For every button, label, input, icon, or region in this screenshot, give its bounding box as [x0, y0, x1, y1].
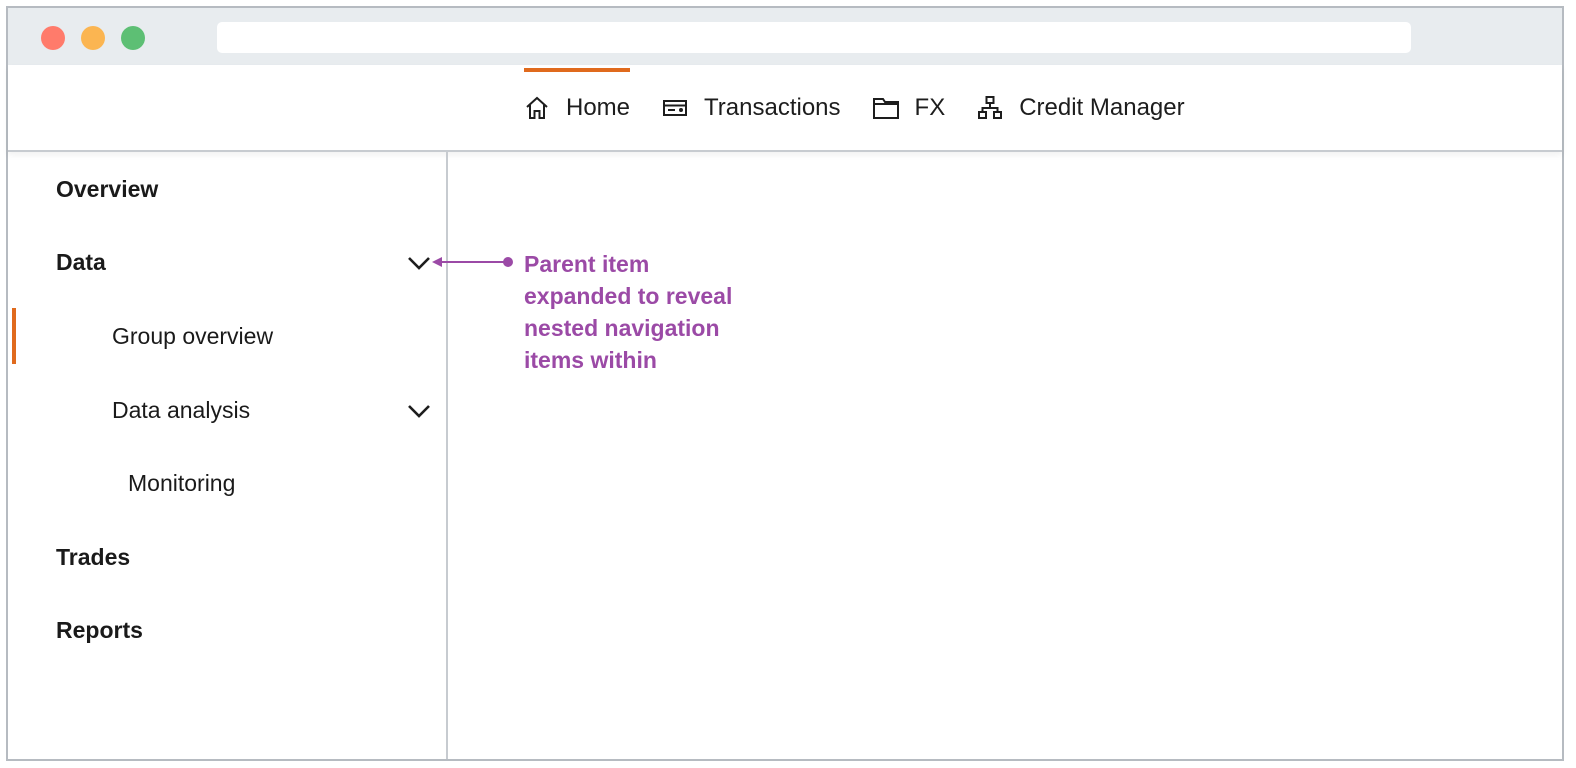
tab-label: Transactions	[704, 93, 841, 121]
tab-transactions[interactable]: Transactions	[662, 65, 841, 150]
sidebar-item-label: Monitoring	[128, 469, 236, 496]
top-navigation: Home Transactions FX Credit Manager	[8, 65, 1562, 152]
sidebar-navigation: Overview Data Group overview Data analys…	[8, 152, 448, 759]
sidebar-item-trades[interactable]: Trades	[8, 529, 446, 585]
sidebar-item-data[interactable]: Data	[8, 234, 446, 290]
sidebar-item-label: Reports	[56, 616, 143, 643]
tab-label: FX	[914, 93, 946, 121]
annotation-callout: Parent item expanded to reveal nested na…	[524, 251, 733, 373]
sidebar-item-label: Overview	[56, 175, 159, 202]
credit-card-icon	[662, 95, 688, 121]
sidebar-item-reports[interactable]: Reports	[8, 602, 446, 658]
tab-fx[interactable]: FX	[872, 65, 946, 150]
sidebar-item-group-overview[interactable]: Group overview	[8, 308, 446, 364]
home-icon	[524, 95, 550, 121]
sidebar-item-monitoring[interactable]: Monitoring	[8, 455, 446, 511]
close-window-button[interactable]	[41, 26, 65, 50]
sidebar-item-label: Data analysis	[112, 396, 251, 423]
folder-icon	[872, 95, 899, 121]
tab-label: Credit Manager	[1019, 93, 1185, 121]
address-bar[interactable]	[217, 22, 1411, 53]
sidebar-item-data-analysis[interactable]: Data analysis	[8, 382, 446, 438]
sidebar-item-label: Data	[56, 248, 106, 275]
sidebar-item-overview[interactable]: Overview	[8, 161, 446, 217]
annotation-arrow	[432, 257, 513, 267]
maximize-window-button[interactable]	[121, 26, 145, 50]
hierarchy-icon	[977, 95, 1003, 121]
sidebar-item-label: Trades	[56, 543, 131, 570]
chevron-down-icon[interactable]	[406, 252, 432, 272]
sidebar-item-label: Group overview	[112, 322, 274, 349]
browser-window: Home Transactions FX Credit Manager Over…	[6, 6, 1564, 761]
chevron-down-icon[interactable]	[406, 400, 432, 420]
title-bar	[8, 8, 1562, 65]
minimize-window-button[interactable]	[81, 26, 105, 50]
tab-label: Home	[566, 93, 631, 121]
tab-home[interactable]: Home	[524, 65, 631, 150]
tab-credit-manager[interactable]: Credit Manager	[977, 65, 1185, 150]
